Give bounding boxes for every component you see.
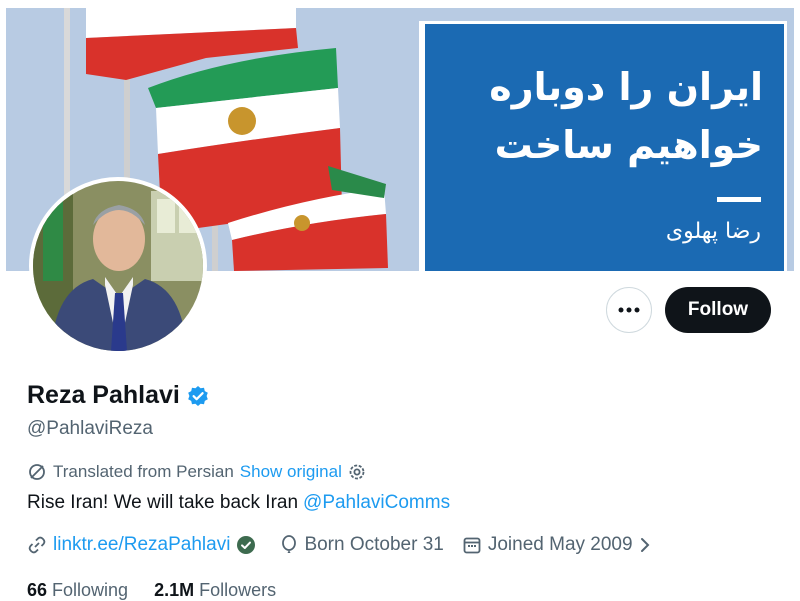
show-original-link[interactable]: Show original <box>240 462 342 482</box>
link-icon <box>27 535 47 555</box>
profile-handle: @PahlaviReza <box>27 418 153 439</box>
translate-icon <box>29 464 45 480</box>
bio-text: Rise Iran! We will take back Iran <box>27 492 299 513</box>
profile-meta-row: linktr.ee/RezaPahlavi Born October 31 Jo… <box>27 534 675 556</box>
bio-mention-link[interactable]: @PahlaviComms <box>303 492 450 513</box>
followers-label: Followers <box>199 580 277 600</box>
birthday-text: Born October 31 <box>304 534 444 555</box>
profile-name-row: Reza Pahlavi <box>27 381 209 410</box>
more-options-button[interactable] <box>606 287 652 333</box>
banner-headline-line1: ایران را دوباره <box>489 65 763 109</box>
banner-divider <box>717 197 761 202</box>
translation-row: Translated from Persian Show original <box>27 462 366 482</box>
following-count: 66 <box>27 580 48 600</box>
banner-headline-line2: خواهیم ساخت <box>494 123 763 167</box>
calendar-icon <box>462 535 482 555</box>
balloon-icon <box>280 535 298 555</box>
joined-item[interactable]: Joined May 2009 <box>462 534 657 556</box>
birthday-item: Born October 31 <box>280 534 444 556</box>
joined-text: Joined May 2009 <box>487 534 633 555</box>
chevron-right-icon <box>639 536 651 554</box>
website-link[interactable]: linktr.ee/RezaPahlavi <box>53 534 230 556</box>
verified-badge-icon[interactable] <box>187 385 209 407</box>
display-name: Reza Pahlavi <box>27 381 180 409</box>
more-dots-icon <box>618 307 640 313</box>
banner-text-panel: ایران را دوباره خواهیم ساخت رضا پهلوی <box>419 21 787 271</box>
banner-signature: رضا پهلوی <box>665 219 761 244</box>
avatar[interactable] <box>29 177 207 355</box>
follow-button[interactable]: Follow <box>665 287 771 333</box>
following-label: Following <box>52 580 129 600</box>
verified-link-icon <box>236 535 256 555</box>
translated-from-text: Translated from Persian <box>53 462 234 481</box>
followers-count: 2.1M <box>154 580 195 600</box>
bio: Rise Iran! We will take back Iran @Pahlav… <box>27 492 450 514</box>
gear-icon[interactable] <box>348 463 366 481</box>
website-item[interactable]: linktr.ee/RezaPahlavi <box>27 534 262 556</box>
